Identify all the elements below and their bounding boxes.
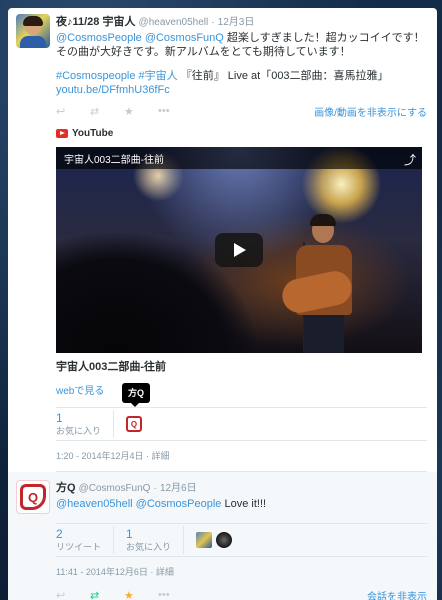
tweet-reply: Q 方Q @CosmosFunQ · 12月6日 @heaven05hell @… bbox=[8, 472, 437, 600]
tweet-timestamp[interactable]: 11:41 - 2014年12月6日 · 詳細 bbox=[56, 565, 427, 579]
user-screenname[interactable]: @CosmosFunQ bbox=[79, 483, 151, 494]
user-fullname[interactable]: 夜♪11/28 宇宙人 bbox=[56, 16, 135, 28]
tweet-time[interactable]: 12月6日 bbox=[160, 483, 197, 494]
time-separator: · bbox=[153, 483, 157, 494]
retweet-icon[interactable]: ⇄ bbox=[90, 589, 124, 600]
tweet-text-line2: その曲が大好きです。新アルバムをとても期待しています！ bbox=[56, 46, 351, 58]
tweet-text-line1: 超楽しすぎました！超カッコイイです！ bbox=[226, 32, 425, 44]
time-separator: · bbox=[211, 17, 215, 28]
share-icon[interactable]: ⤴ bbox=[404, 151, 416, 168]
favorites-stat[interactable]: 1 お気に入り bbox=[56, 410, 115, 438]
more-icon[interactable]: ••• bbox=[158, 589, 192, 600]
favorites-stat[interactable]: 1 お気に入り bbox=[126, 526, 185, 554]
tweet-header: 方Q @CosmosFunQ · 12月6日 bbox=[56, 480, 427, 497]
reply-icon[interactable]: ↩ bbox=[56, 589, 90, 600]
avatar[interactable] bbox=[16, 14, 50, 48]
favoriter-avatar[interactable] bbox=[196, 532, 213, 548]
retweets-count: 2 bbox=[56, 526, 63, 541]
tweet-actions: ↩ ⇄ ★ ••• 画像/動画を非表示にする bbox=[56, 101, 427, 121]
favorite-icon[interactable]: ★ bbox=[124, 105, 158, 118]
user-fullname[interactable]: 方Q bbox=[56, 482, 76, 494]
favoriter-avatar[interactable]: Q bbox=[126, 416, 143, 432]
card-source[interactable]: YouTube bbox=[56, 125, 427, 141]
q-logo-icon: Q bbox=[20, 484, 46, 510]
play-button[interactable] bbox=[215, 233, 263, 267]
retweets-stat[interactable]: 2 リツイート bbox=[56, 526, 115, 554]
favorite-icon[interactable]: ★ bbox=[124, 589, 158, 600]
tooltip: 方Q bbox=[122, 383, 151, 407]
favorites-count: 1 bbox=[56, 410, 63, 425]
favoriter-avatar[interactable] bbox=[216, 532, 233, 548]
tweet-actions: ↩ ⇄ ★ ••• 会話を非表示 bbox=[56, 585, 427, 600]
tweet-stats: 2 リツイート 1 お気に入り bbox=[56, 523, 427, 557]
video-player[interactable]: 宇宙人003二部曲-往前 ⤴ bbox=[56, 147, 422, 353]
youtube-icon bbox=[56, 128, 68, 138]
retweet-icon[interactable]: ⇄ bbox=[90, 105, 124, 118]
tweet-time[interactable]: 12月3日 bbox=[218, 17, 255, 28]
favorites-label: お気に入り bbox=[126, 541, 172, 552]
more-icon[interactable]: ••• bbox=[158, 105, 192, 117]
web-view-link-row: webで見る 方Q bbox=[56, 383, 427, 407]
reply-icon[interactable]: ↩ bbox=[56, 105, 90, 118]
tweet-header: 夜♪11/28 宇宙人 @heaven05hell · 12月3日 bbox=[56, 14, 427, 31]
avatar[interactable]: Q bbox=[16, 480, 50, 514]
favoriter-avatars bbox=[196, 532, 233, 548]
tweet-hashtag-text: 『往前』 Live at「003二部曲：喜馬拉雅」 bbox=[180, 70, 389, 82]
tweet-hashtags[interactable]: #Cosmospeople #宇宙人 bbox=[56, 70, 178, 82]
tweet-text: @CosmosPeople @CosmosFunQ 超楽しすぎました！超カッコイ… bbox=[56, 31, 427, 97]
favoriter-avatars: Q bbox=[126, 416, 143, 432]
video-title-bar: 宇宙人003二部曲-往前 bbox=[56, 147, 422, 169]
tweet-main: 夜♪11/28 宇宙人 @heaven05hell · 12月3日 @Cosmo… bbox=[8, 8, 437, 472]
video-performer bbox=[279, 214, 366, 353]
tweet-mentions[interactable]: @CosmosPeople @CosmosFunQ bbox=[56, 32, 224, 44]
tweet-stats: 1 お気に入り Q bbox=[56, 407, 427, 441]
web-view-link[interactable]: webで見る bbox=[56, 386, 104, 397]
tweet-timestamp[interactable]: 1:20 - 2014年12月4日 · 詳細 bbox=[56, 449, 427, 463]
favorites-count: 1 bbox=[126, 526, 133, 541]
favorites-label: お気に入り bbox=[56, 425, 102, 436]
tweet-detail-card: 夜♪11/28 宇宙人 @heaven05hell · 12月3日 @Cosmo… bbox=[8, 8, 437, 600]
video-title[interactable]: 宇宙人003二部曲-往前 bbox=[56, 359, 427, 375]
video-overlay-title[interactable]: 宇宙人003二部曲-往前 bbox=[64, 151, 164, 166]
hide-media-link[interactable]: 画像/動画を非表示にする bbox=[314, 104, 427, 119]
retweets-label: リツイート bbox=[56, 541, 102, 552]
hide-conversation-link[interactable]: 会話を非表示 bbox=[367, 588, 427, 600]
tweet-mentions[interactable]: @heaven05hell @CosmosPeople bbox=[56, 498, 221, 510]
tweet-short-link[interactable]: youtu.be/DFfmhU36fFc bbox=[56, 84, 170, 96]
tweet-body: Love it!!! bbox=[224, 498, 267, 510]
card-source-label: YouTube bbox=[72, 127, 114, 139]
user-screenname[interactable]: @heaven05hell bbox=[139, 17, 209, 28]
tweet-text: @heaven05hell @CosmosPeople Love it!!! bbox=[56, 497, 427, 511]
